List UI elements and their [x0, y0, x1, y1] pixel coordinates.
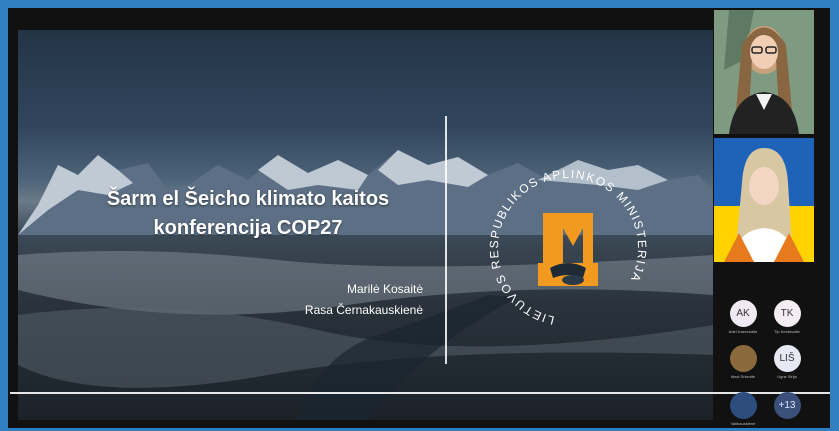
more-participants-button[interactable]: +13 [767, 392, 807, 419]
avatar [729, 392, 757, 419]
participant-video-1[interactable] [714, 10, 814, 134]
author-name-1: Marilė Kosaitė [346, 282, 423, 296]
participant-name: Vaitkauskiene [730, 421, 756, 426]
participant-name: Ideal Snieuite [730, 374, 756, 379]
participant-avatar[interactable]: Ideal Snieuite [723, 345, 763, 379]
more-participants-count: +13 [773, 392, 801, 419]
participant-avatar[interactable]: AK Adel Kazeckaite [723, 300, 763, 334]
person-video-image [724, 148, 804, 262]
person-video-image [714, 10, 814, 134]
participant-name: Tip Kerdavaite [774, 329, 800, 334]
participant-avatar[interactable]: TK Tip Kerdavaite [767, 300, 807, 334]
author-name-2: Rasa Černakauskienė [304, 303, 423, 317]
slide-title: Šarm el Šeicho klimato kaitos konferenci… [78, 185, 418, 243]
participant-avatar[interactable]: LIŠ Ugne Sirija [767, 345, 807, 379]
emblem-text: LIETUVOS RESPUBLIKOS APLINKOS MINISTERIJ… [488, 168, 648, 328]
avatar: LIŠ [773, 345, 801, 372]
slide-title-line2: konferencija COP27 [153, 217, 343, 239]
slide-title-line1: Šarm el Šeicho klimato kaitos [106, 188, 390, 210]
participant-avatar[interactable]: Vaitkauskiene [723, 392, 763, 426]
avatar: TK [773, 300, 801, 327]
svg-text:LIETUVOS RESPUBLIKOS APLINKOS: LIETUVOS RESPUBLIKOS APLINKOS MINISTERIJ… [488, 168, 648, 328]
shared-slide: Šarm el Šeicho klimato kaitos konferenci… [18, 30, 713, 420]
slide-divider [445, 116, 447, 364]
participant-video-2[interactable] [714, 138, 814, 262]
presentation-progress-line [10, 392, 830, 394]
avatar [729, 345, 757, 372]
avatar: AK [729, 300, 757, 327]
ministry-emblem: LIETUVOS RESPUBLIKOS APLINKOS MINISTERIJ… [488, 168, 648, 328]
participant-name: Ugne Sirija [777, 374, 797, 379]
participant-name: Adel Kazeckaite [728, 329, 758, 334]
